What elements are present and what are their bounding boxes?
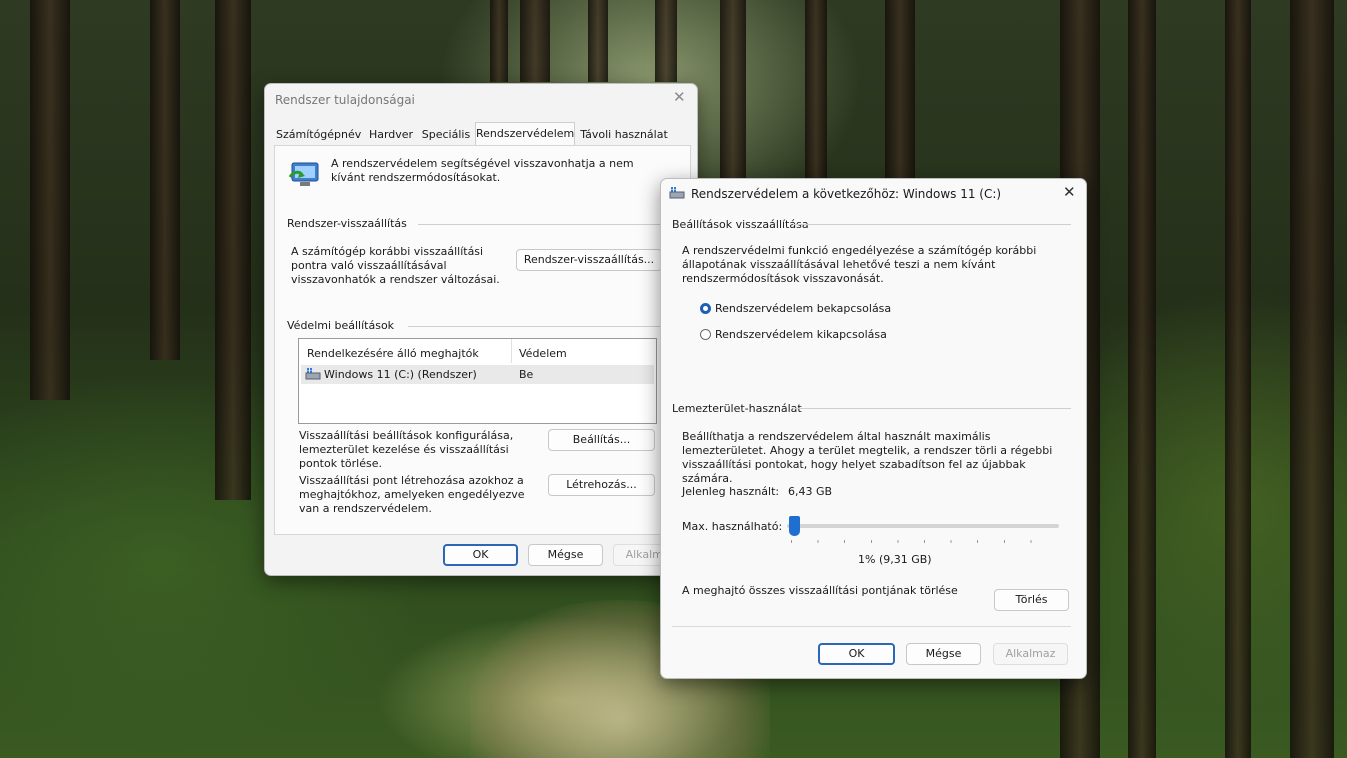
protection-group-label: Védelmi beállítások	[287, 319, 395, 332]
current-usage-label: Jelenleg használt:	[682, 485, 780, 498]
drives-table[interactable]: Rendelkezésére álló meghajtók Védelem Wi…	[298, 338, 657, 424]
restore-settings-text: A rendszervédelmi funkció engedélyezése …	[682, 244, 1037, 285]
restore-text: A számítógép korábbi visszaállítási pont…	[291, 245, 500, 286]
cancel-button[interactable]: Mégse	[906, 643, 981, 665]
radio-protection-on[interactable]	[700, 303, 711, 314]
tab-advanced[interactable]: Speciális	[421, 124, 471, 146]
radio-protection-off[interactable]	[700, 329, 711, 340]
cancel-button[interactable]: Mégse	[528, 544, 603, 566]
slider-track[interactable]	[787, 524, 1059, 528]
delete-points-text: A meghajtó összes visszaállítási pontján…	[682, 584, 958, 597]
tab-computer-name[interactable]: Számítógépnév	[276, 124, 361, 146]
table-header-protection[interactable]: Védelem	[519, 347, 567, 361]
close-icon[interactable]: ✕	[1063, 183, 1076, 201]
radio-protection-off-label[interactable]: Rendszervédelem kikapcsolása	[715, 328, 887, 342]
info-text: A rendszervédelem segítségével visszavon…	[331, 157, 634, 184]
table-row[interactable]: Windows 11 (C:) (Rendszer) Be	[301, 365, 654, 384]
create-button[interactable]: Létrehozás...	[548, 474, 655, 496]
configure-text: Visszaállítási beállítások konfigurálása…	[299, 429, 514, 470]
tab-hardware[interactable]: Hardver	[366, 124, 416, 146]
system-protection-settings-window: Rendszervédelem a következőhöz: Windows …	[660, 178, 1087, 679]
tab-system-protection[interactable]: Rendszervédelem	[475, 122, 575, 145]
close-icon[interactable]: ✕	[673, 88, 686, 106]
disk-text: Beállíthatja a rendszervédelem által has…	[682, 430, 1053, 485]
window-title: Rendszervédelem a következőhöz: Windows …	[691, 187, 1002, 201]
radio-protection-on-label[interactable]: Rendszervédelem bekapcsolása	[715, 302, 891, 316]
create-text: Visszaállítási pont létrehozása azokhoz …	[299, 474, 525, 515]
drive-title-icon	[669, 187, 685, 199]
drive-name: Windows 11 (C:) (Rendszer)	[324, 368, 477, 381]
drive-icon	[305, 368, 321, 380]
slider-ticks	[791, 540, 1057, 543]
drive-protection: Be	[519, 368, 534, 381]
table-header-drives[interactable]: Rendelkezésére álló meghajtók	[307, 347, 479, 361]
restore-group-label: Rendszer-visszaállítás	[287, 217, 407, 230]
apply-button[interactable]: Alkalmaz	[993, 643, 1068, 665]
restore-settings-group-label: Beállítások visszaállítása	[672, 218, 809, 231]
max-usage-slider-thumb[interactable]	[788, 516, 800, 536]
delete-button[interactable]: Törlés	[994, 589, 1069, 611]
max-usage-label: Max. használható:	[682, 520, 783, 533]
system-restore-button[interactable]: Rendszer-visszaállítás...	[516, 249, 662, 271]
ok-button[interactable]: OK	[443, 544, 518, 566]
current-usage-value: 6,43 GB	[788, 485, 833, 498]
tab-remote[interactable]: Távoli használat	[579, 124, 669, 146]
slider-value-text: 1% (9,31 GB)	[858, 553, 932, 566]
configure-button[interactable]: Beállítás...	[548, 429, 655, 451]
disk-group-label: Lemezterület-használat	[672, 402, 802, 415]
window-title: Rendszer tulajdonságai	[275, 93, 415, 107]
ok-button[interactable]: OK	[818, 643, 895, 665]
system-properties-window: Rendszer tulajdonságai ✕ Számítógépnév H…	[264, 83, 698, 576]
system-protection-icon	[288, 162, 319, 186]
